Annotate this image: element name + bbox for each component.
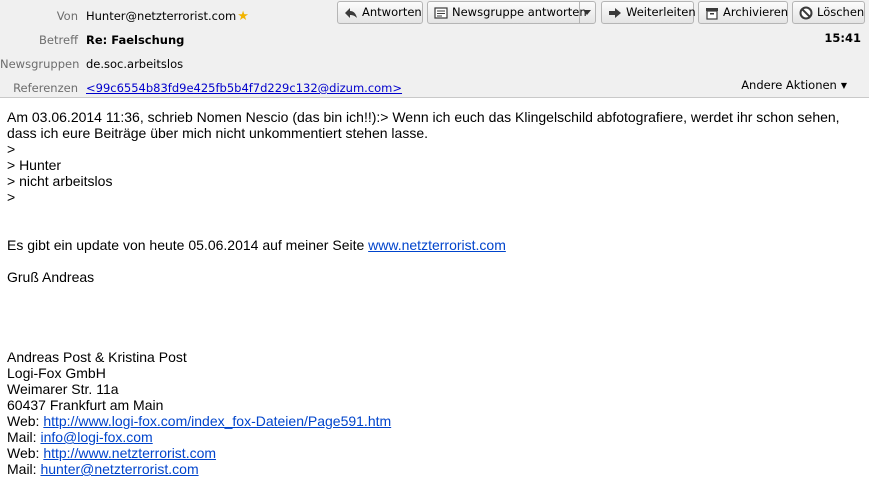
quote-line: > <box>7 141 16 157</box>
signature-street: Weimarer Str. 11a <box>7 381 119 397</box>
reply-newsgroup-dropdown[interactable] <box>579 2 595 23</box>
newsgroups-value[interactable]: de.soc.arbeitslos <box>86 55 183 73</box>
greeting: Gruß Andreas <box>7 269 95 285</box>
from-row: Von Hunter@netzterrorist.com★ <box>0 7 330 25</box>
forward-arrow-icon <box>609 8 621 18</box>
from-label: Von <box>56 9 78 23</box>
delete-button[interactable]: Löschen <box>792 1 865 24</box>
quote-line: > Hunter <box>7 157 62 173</box>
update-text: Es gibt ein update von heute 05.06.2014 … <box>7 237 369 253</box>
archive-label: Archivieren <box>723 5 789 19</box>
message-body: Am 03.06.2014 11:36, schrieb Nomen Nesci… <box>7 109 862 477</box>
reply-newsgroup-label: Newsgruppe antworten <box>452 5 587 19</box>
delete-icon <box>799 6 813 20</box>
signature-web-line: Web: http://www.netzterrorist.com <box>7 445 862 461</box>
references-row: Referenzen <99c6554b83fd9e425fb5b4f7d229… <box>0 79 402 97</box>
archive-icon <box>706 8 718 20</box>
signature-city: 60437 Frankfurt am Main <box>7 397 164 413</box>
quote-line: dass ich eure Beiträge über mich nicht u… <box>7 125 428 141</box>
signature-web-link[interactable]: http://www.netzterrorist.com <box>43 445 216 461</box>
references-link[interactable]: <99c6554b83fd9e425fb5b4f7d229c132@dizum.… <box>86 79 402 97</box>
forward-label: Weiterleiten <box>626 5 696 19</box>
archive-button[interactable]: Archivieren <box>698 1 788 24</box>
subject-row: Betreff Re: Faelschung <box>0 31 330 49</box>
reply-label: Antworten <box>362 5 422 19</box>
quote-line: > <box>7 189 16 205</box>
other-actions-label: Andere Aktionen <box>741 78 837 92</box>
newsgroups-row: Newsgruppen de.soc.arbeitslos <box>0 55 330 73</box>
signature-web-label: Web: <box>7 413 44 429</box>
signature-mail-label: Mail: <box>7 429 41 445</box>
update-line: Es gibt ein update von heute 05.06.2014 … <box>7 237 862 253</box>
newsgroups-label: Newsgruppen <box>0 57 80 71</box>
star-icon[interactable]: ★ <box>237 9 249 24</box>
signature-company: Logi-Fox GmbH <box>7 365 106 381</box>
message-header: Von Hunter@netzterrorist.com★ Antworten … <box>0 0 869 98</box>
quote-line: Am 03.06.2014 11:36, schrieb Nomen Nesci… <box>7 109 840 125</box>
delete-label: Löschen <box>817 5 865 19</box>
signature-web-link[interactable]: http://www.logi-fox.com/index_fox-Dateie… <box>43 413 391 429</box>
reply-arrow-icon <box>345 8 357 18</box>
signature-web-line: Web: http://www.logi-fox.com/index_fox-D… <box>7 413 862 429</box>
other-actions-menu[interactable]: Andere Aktionen ▼ <box>741 78 847 92</box>
chevron-down-icon <box>583 10 591 15</box>
signature-mail-link[interactable]: info@logi-fox.com <box>40 429 152 445</box>
caret-down-icon: ▼ <box>840 81 847 90</box>
subject-value: Re: Faelschung <box>86 33 185 47</box>
reply-button[interactable]: Antworten <box>337 1 423 24</box>
from-address[interactable]: Hunter@netzterrorist.com <box>86 9 236 23</box>
references-label: Referenzen <box>13 81 78 95</box>
subject-label: Betreff <box>39 33 78 47</box>
forward-button[interactable]: Weiterleiten <box>601 1 696 24</box>
from-value[interactable]: Hunter@netzterrorist.com★ <box>86 7 249 26</box>
signature-mail-link[interactable]: hunter@netzterrorist.com <box>40 461 198 477</box>
message-time: 15:41 <box>824 31 861 45</box>
signature-mail-line: Mail: hunter@netzterrorist.com <box>7 461 862 477</box>
quote-line: > nicht arbeitslos <box>7 173 113 189</box>
signature-mail-line: Mail: info@logi-fox.com <box>7 429 862 445</box>
newsgroup-icon <box>434 7 448 19</box>
reply-newsgroup-button[interactable]: Newsgruppe antworten <box>427 1 596 24</box>
update-link[interactable]: www.netzterrorist.com <box>368 237 506 253</box>
signature-web-label: Web: <box>7 445 44 461</box>
signature-mail-label: Mail: <box>7 461 41 477</box>
signature-names: Andreas Post & Kristina Post <box>7 349 187 365</box>
